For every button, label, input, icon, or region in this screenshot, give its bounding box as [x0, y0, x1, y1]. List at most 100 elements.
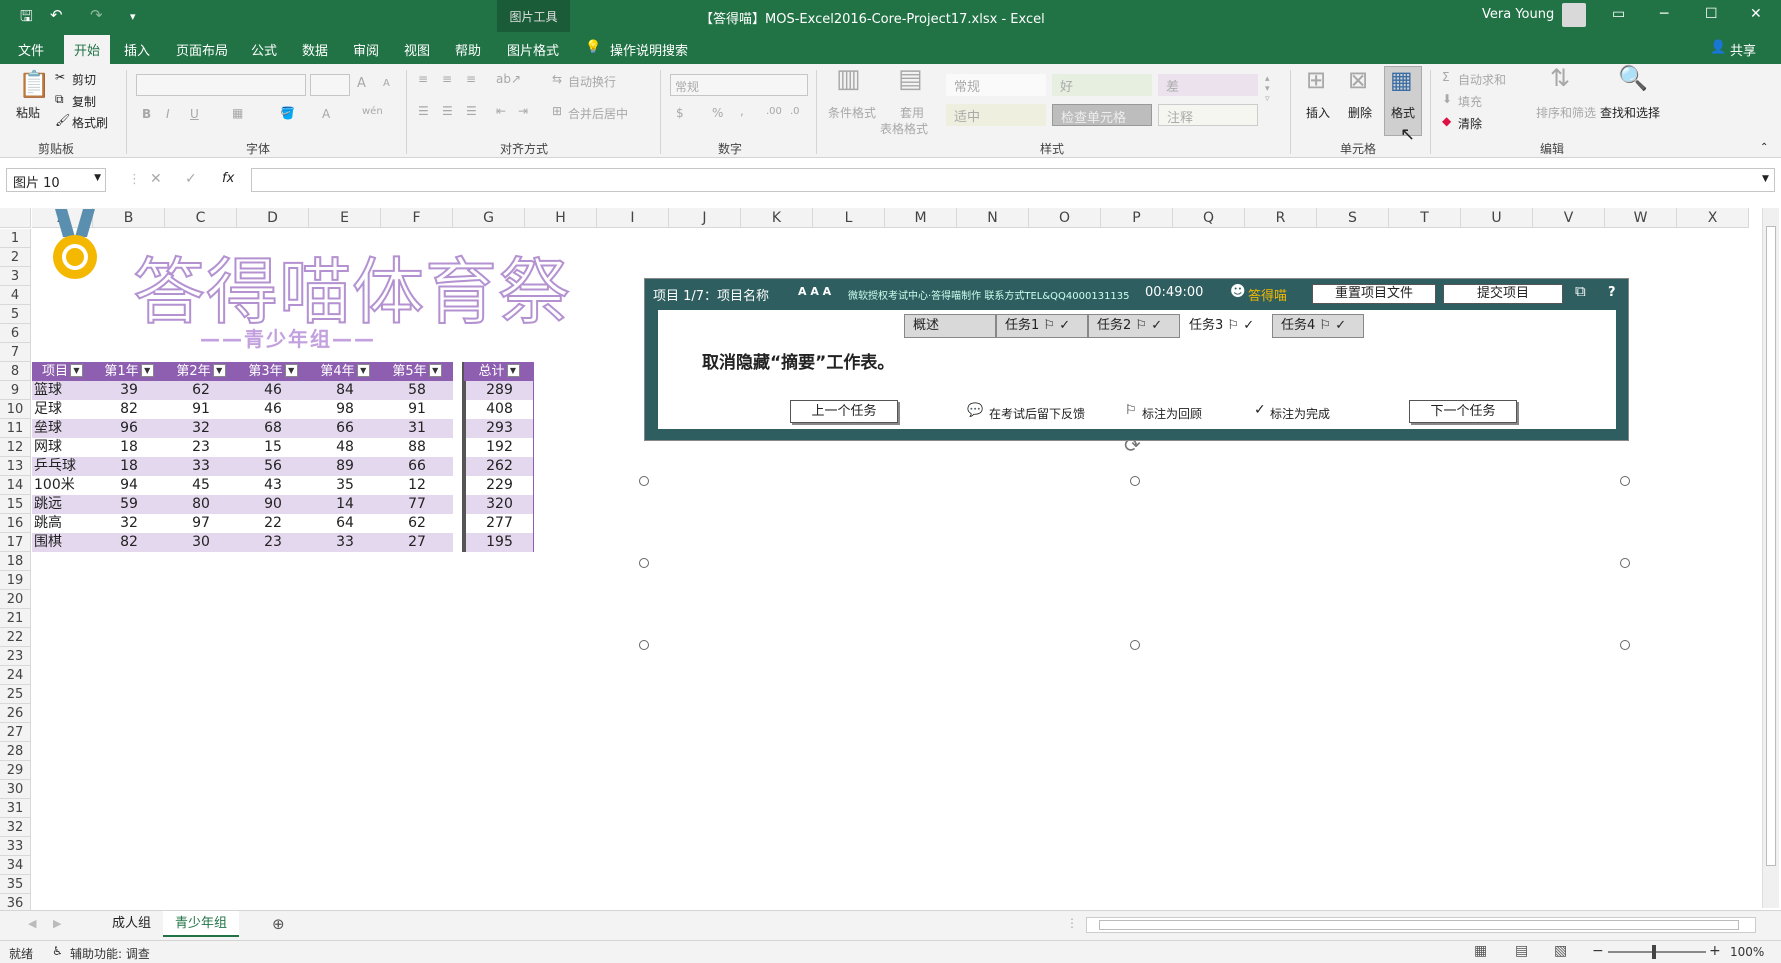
table-header-cell[interactable]: 总计 ▼ — [464, 362, 534, 381]
table-cell[interactable]: 289 — [464, 381, 534, 400]
paste-icon[interactable]: 📋 — [18, 70, 50, 100]
align-center-icon[interactable]: ☰ — [442, 104, 453, 118]
table-row-label[interactable]: 足球 — [32, 400, 93, 419]
table-cell[interactable]: 277 — [464, 514, 534, 533]
row-header[interactable]: 34 — [0, 856, 31, 875]
column-header[interactable]: O — [1029, 208, 1101, 228]
resize-handle[interactable] — [1620, 476, 1630, 486]
align-left-icon[interactable]: ☰ — [418, 104, 429, 118]
filter-dropdown-icon[interactable]: ▼ — [140, 364, 154, 377]
mark-complete-link[interactable]: 标注为完成 — [1270, 405, 1330, 422]
table-cell[interactable]: 62 — [165, 381, 237, 400]
insert-cells-button[interactable]: 插入 — [1306, 104, 1330, 121]
align-middle-icon[interactable]: ≡ — [442, 72, 452, 86]
conditional-format-icon[interactable]: ▥ — [836, 64, 861, 94]
table-cell[interactable]: 46 — [237, 381, 309, 400]
close-icon[interactable]: ✕ — [1750, 6, 1762, 22]
row-header[interactable]: 15 — [0, 495, 31, 514]
chevron-down-icon[interactable]: ▼ — [94, 173, 101, 183]
row-header[interactable]: 10 — [0, 400, 31, 419]
table-header-cell[interactable]: 第4年 ▼ — [309, 362, 381, 381]
tab-insert[interactable]: 插入 — [124, 40, 150, 59]
row-header[interactable]: 29 — [0, 761, 31, 780]
increase-indent-icon[interactable]: ⇥ — [518, 104, 528, 118]
autosum-icon[interactable]: Σ — [1442, 70, 1450, 84]
table-cell[interactable]: 66 — [309, 419, 381, 438]
column-header[interactable]: G — [453, 208, 525, 228]
orientation-icon[interactable]: ab↗ — [496, 72, 521, 86]
column-header[interactable]: L — [813, 208, 885, 228]
tab-task2[interactable]: 任务2 ⚐ ✓ — [1088, 314, 1180, 338]
restore-icon[interactable]: ⧉ — [1575, 282, 1586, 300]
italic-button[interactable]: I — [166, 107, 170, 121]
cut-icon[interactable]: ✂ — [55, 70, 65, 84]
wrap-text-button[interactable]: 自动换行 — [568, 73, 616, 90]
column-header[interactable]: U — [1461, 208, 1533, 228]
table-row-label[interactable]: 垒球 — [32, 419, 93, 438]
row-header[interactable]: 19 — [0, 571, 31, 590]
align-bottom-icon[interactable]: ≡ — [466, 72, 476, 86]
row-header[interactable]: 3 — [0, 267, 31, 286]
decrease-indent-icon[interactable]: ⇤ — [496, 104, 506, 118]
table-cell[interactable]: 27 — [381, 533, 453, 552]
table-row-label[interactable]: 跳高 — [32, 514, 93, 533]
eraser-icon[interactable]: ◆ — [1442, 114, 1451, 128]
style-check-cell[interactable]: 检查单元格 — [1052, 104, 1152, 126]
next-task-button[interactable]: 下一个任务 — [1409, 400, 1517, 423]
row-header[interactable]: 21 — [0, 609, 31, 628]
table-cell[interactable]: 82 — [93, 400, 165, 419]
tab-help[interactable]: 帮助 — [455, 40, 481, 59]
table-cell[interactable]: 32 — [165, 419, 237, 438]
collapse-ribbon-icon[interactable]: ⌃ — [1760, 142, 1768, 153]
table-cell[interactable]: 77 — [381, 495, 453, 514]
column-header[interactable]: W — [1605, 208, 1677, 228]
insert-function-icon[interactable]: fx — [222, 171, 234, 186]
zoom-slider-thumb[interactable] — [1652, 945, 1656, 959]
row-header[interactable]: 24 — [0, 666, 31, 685]
shrink-font-button[interactable]: A — [383, 78, 390, 89]
zoom-level[interactable]: 100% — [1730, 945, 1764, 959]
table-header-cell[interactable]: 第1年 ▼ — [93, 362, 165, 381]
comma-button[interactable]: , — [740, 104, 744, 118]
table-cell[interactable]: 12 — [381, 476, 453, 495]
table-cell[interactable]: 320 — [464, 495, 534, 514]
table-cell[interactable]: 408 — [464, 400, 534, 419]
table-cell[interactable]: 68 — [237, 419, 309, 438]
tab-file[interactable]: 文件 — [18, 40, 44, 59]
row-header[interactable]: 16 — [0, 514, 31, 533]
row-header[interactable]: 28 — [0, 742, 31, 761]
zoom-in-icon[interactable]: + — [1709, 943, 1721, 959]
paste-button[interactable]: 粘贴 — [16, 104, 40, 121]
table-cell[interactable]: 35 — [309, 476, 381, 495]
copy-icon[interactable]: ⧉ — [55, 92, 64, 107]
table-cell[interactable]: 262 — [464, 457, 534, 476]
row-header[interactable]: 6 — [0, 324, 31, 343]
table-cell[interactable]: 18 — [93, 457, 165, 476]
column-header[interactable]: V — [1533, 208, 1605, 228]
resize-handle[interactable] — [639, 476, 649, 486]
resize-handle[interactable] — [1620, 558, 1630, 568]
table-cell[interactable]: 23 — [237, 533, 309, 552]
zoom-out-icon[interactable]: − — [1592, 943, 1604, 959]
percent-button[interactable]: % — [712, 106, 723, 120]
find-select-button[interactable]: 查找和选择 — [1600, 104, 1660, 121]
scroll-left-icon[interactable]: ◀ — [28, 917, 36, 930]
column-header[interactable]: Q — [1173, 208, 1245, 228]
row-header[interactable]: 23 — [0, 647, 31, 666]
table-header-cell[interactable]: 第3年 ▼ — [237, 362, 309, 381]
table-cell[interactable]: 293 — [464, 419, 534, 438]
sheet-tab-youth[interactable]: 青少年组 — [163, 911, 240, 937]
decrease-decimal-icon[interactable]: .0 — [790, 106, 800, 117]
style-normal[interactable]: 常规 — [946, 74, 1046, 96]
filter-dropdown-icon[interactable]: ▼ — [506, 364, 520, 377]
currency-button[interactable]: $ — [676, 106, 684, 120]
resize-handle[interactable] — [1130, 640, 1140, 650]
select-all-corner[interactable] — [0, 208, 31, 228]
table-row-label[interactable]: 跳远 — [32, 495, 93, 514]
column-header[interactable]: F — [381, 208, 453, 228]
row-header[interactable]: 18 — [0, 552, 31, 571]
fill-icon[interactable]: ⬇ — [1442, 92, 1452, 106]
column-header[interactable]: D — [237, 208, 309, 228]
tell-me-search[interactable]: 操作说明搜索 — [610, 40, 688, 59]
font-color-button[interactable]: A — [322, 107, 330, 121]
